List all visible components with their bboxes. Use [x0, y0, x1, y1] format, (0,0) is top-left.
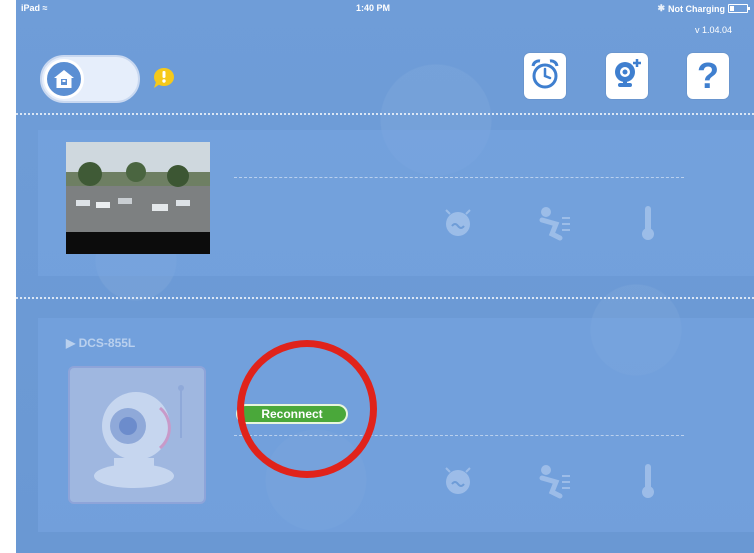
camera-snapshot[interactable] [66, 142, 210, 254]
camera-card[interactable]: ▶ DCS-855L Reconnect [38, 318, 754, 532]
status-bar: iPad ≈ 1:40 PM ✱ Not Charging [16, 0, 754, 16]
motion-sensor-icon [528, 456, 576, 504]
section-divider [16, 113, 754, 115]
carrier-label: iPad ≈ [21, 3, 48, 13]
alarm-clock-icon [528, 57, 562, 96]
battery-status: ✱ Not Charging [657, 3, 750, 14]
alarm-clock-button[interactable] [524, 53, 566, 99]
help-icon: ? [697, 55, 719, 96]
app-version: v 1.04.04 [694, 25, 732, 35]
exclamation-icon[interactable] [151, 66, 175, 90]
add-camera-icon [610, 57, 644, 96]
section-divider [16, 297, 754, 299]
app-screen: iPad ≈ 1:40 PM ✱ Not Charging v 1.04.04 [16, 0, 754, 553]
sound-sensor-icon [434, 456, 482, 504]
status-time: 1:40 PM [356, 3, 391, 13]
temperature-sensor-icon [624, 198, 672, 246]
sound-sensor-icon [434, 198, 482, 246]
home-toggle[interactable] [40, 55, 140, 103]
temperature-sensor-icon [624, 456, 672, 504]
motion-sensor-icon [528, 198, 576, 246]
home-icon [44, 59, 84, 99]
camera-card[interactable] [38, 130, 754, 276]
battery-label: Not Charging [668, 3, 725, 14]
highlight-circle [237, 340, 377, 478]
camera-name[interactable]: ▶ DCS-855L [66, 336, 135, 350]
dotted-line [234, 177, 684, 178]
wifi-icon: ≈ [42, 3, 48, 13]
help-button[interactable]: ? [687, 53, 729, 99]
bluetooth-icon: ✱ [657, 3, 665, 13]
add-camera-button[interactable] [606, 53, 648, 99]
camera-thumbnail[interactable] [68, 366, 206, 504]
battery-icon [728, 4, 750, 13]
